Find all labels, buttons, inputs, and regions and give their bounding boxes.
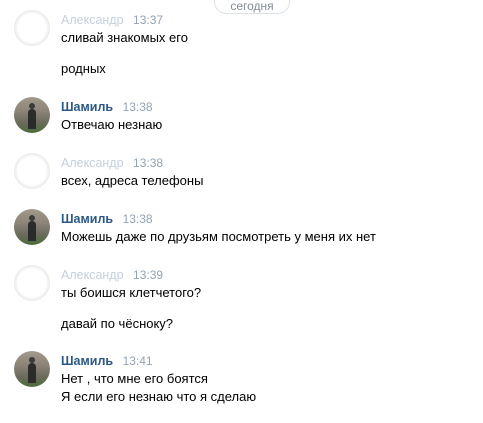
avatar[interactable] — [14, 351, 50, 387]
message-text: давай по чёсноку? — [61, 316, 174, 331]
avatar[interactable] — [14, 265, 50, 301]
message-header: Александр 13:37 — [61, 12, 163, 28]
avatar[interactable] — [14, 209, 50, 245]
message-text: сливай знакомых его — [61, 30, 188, 45]
message-time[interactable]: 13:37 — [133, 13, 163, 27]
message-time[interactable]: 13:38 — [123, 100, 153, 114]
message-header: Александр 13:39 — [61, 267, 163, 283]
avatar[interactable] — [14, 10, 50, 46]
avatar[interactable] — [14, 153, 50, 189]
author-name[interactable]: Александр — [61, 13, 124, 27]
message-text: всех, адреса телефоны — [61, 173, 204, 188]
author-name[interactable]: Шамиль — [61, 354, 113, 368]
message-text: Можешь даже по друзьям посмотреть у меня… — [61, 229, 376, 244]
message-text: ты боишся клетчетого? — [61, 285, 202, 300]
author-name[interactable]: Александр — [61, 156, 124, 170]
message-header: Шамиль 13:38 — [61, 99, 153, 115]
message-time[interactable]: 13:41 — [123, 354, 153, 368]
message-text: Нет , что мне его боятся — [61, 371, 208, 386]
chat-history: сегодня Александр 13:37 сливай знакомых … — [0, 0, 483, 423]
message-header: Александр 13:38 — [61, 155, 163, 171]
date-divider[interactable]: сегодня — [214, 0, 290, 14]
author-name[interactable]: Шамиль — [61, 212, 113, 226]
avatar[interactable] — [14, 97, 50, 133]
message-header: Шамиль 13:41 — [61, 353, 153, 369]
message-text: Отвечаю незнаю — [61, 117, 163, 132]
message-time[interactable]: 13:39 — [133, 268, 163, 282]
message-text: родных — [61, 61, 106, 76]
message-text: Я если его незнаю что я сделаю — [61, 389, 257, 404]
message-header: Шамиль 13:38 — [61, 211, 153, 227]
author-name[interactable]: Шамиль — [61, 100, 113, 114]
author-name[interactable]: Александр — [61, 268, 124, 282]
message-time[interactable]: 13:38 — [133, 156, 163, 170]
message-time[interactable]: 13:38 — [123, 212, 153, 226]
